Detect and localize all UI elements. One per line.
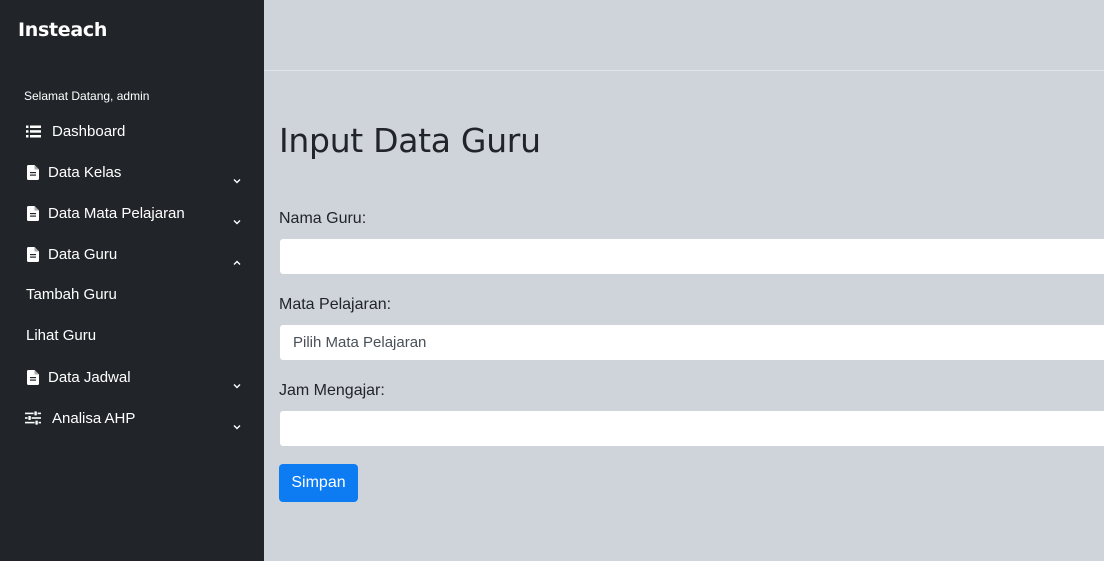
file-icon [25,205,41,221]
sliders-icon [25,410,41,426]
sidebar-item-data-guru[interactable]: Data Guru [0,236,264,272]
sidebar-subitem-tambah-guru[interactable]: Tambah Guru [26,286,117,303]
sidebar-item-label: Data Jadwal [48,368,131,386]
sidebar-item-analisa-ahp[interactable]: Analisa AHP [0,400,264,436]
mata-pelajaran-label: Mata Pelajaran: [279,296,392,313]
chevron-down-icon [233,384,241,389]
sidebar-item-data-kelas[interactable]: Data Kelas [0,154,264,190]
nama-guru-label: Nama Guru: [279,210,367,227]
jam-mengajar-input[interactable] [279,410,1104,447]
sidebar-item-label: Analisa AHP [52,409,136,427]
chevron-down-icon [233,220,241,225]
jam-mengajar-label: Jam Mengajar: [279,382,385,399]
file-icon [25,164,41,180]
chevron-down-icon [233,179,241,184]
sidebar-subitem-lihat-guru[interactable]: Lihat Guru [26,327,96,344]
mata-pelajaran-select[interactable]: Pilih Mata Pelajaran [279,324,1104,361]
sidebar: Insteach Selamat Datang, admin Dashboard… [0,0,264,561]
sidebar-item-data-jadwal[interactable]: Data Jadwal [0,359,264,395]
sidebar-item-label: Data Mata Pelajaran [48,204,185,222]
chevron-down-icon [233,425,241,430]
page-title: Input Data Guru [279,121,541,160]
sidebar-item-data-mata-pelajaran[interactable]: Data Mata Pelajaran [0,195,264,231]
file-icon [25,246,41,262]
sidebar-item-label: Dashboard [52,122,126,140]
nama-guru-input[interactable] [279,238,1104,275]
file-icon [25,369,41,385]
sidebar-item-label: Data Guru [48,245,118,263]
simpan-button[interactable]: Simpan [279,464,358,502]
sidebar-item-dashboard[interactable]: Dashboard [0,113,264,149]
sidebar-item-label: Data Kelas [48,163,122,181]
top-navbar [264,0,1104,71]
list-icon [25,123,41,139]
brand-logo[interactable]: Insteach [18,19,107,41]
welcome-text: Selamat Datang, admin [24,89,150,103]
chevron-up-icon [233,260,241,265]
